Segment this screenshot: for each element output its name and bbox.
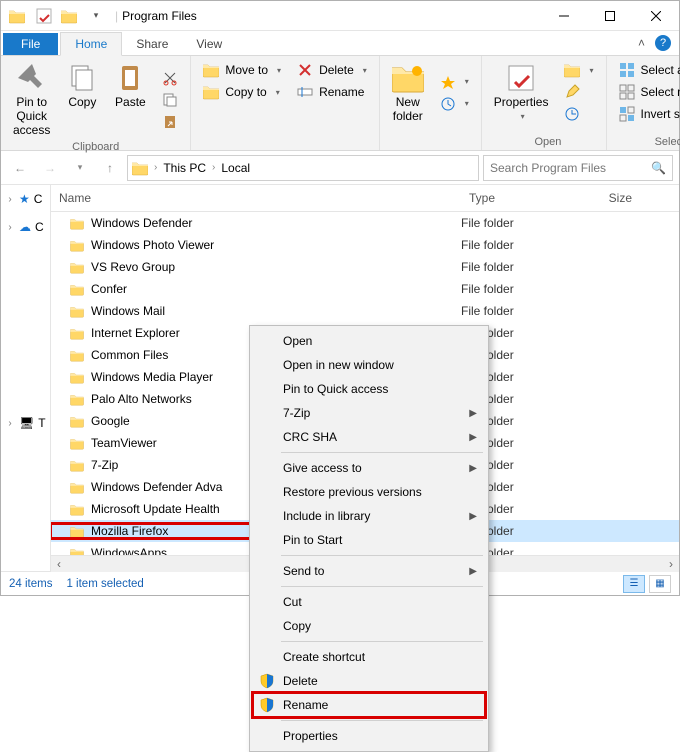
- ribbon-tabs: File Home Share View ˄ ?: [1, 31, 679, 56]
- select-all-button[interactable]: Select all: [613, 60, 680, 80]
- select-none-button[interactable]: Select none: [613, 82, 680, 102]
- paste-shortcut-small-button[interactable]: [156, 112, 184, 132]
- cut-small-button[interactable]: [156, 68, 184, 88]
- easy-access-button[interactable]: ▾: [434, 94, 475, 114]
- ribbon-collapse-icon[interactable]: ˄: [638, 36, 645, 50]
- close-button[interactable]: [633, 1, 679, 31]
- invert-selection-button[interactable]: Invert selection: [613, 104, 680, 124]
- qat-dropdown-icon[interactable]: ▾: [85, 5, 107, 27]
- context-menu-item[interactable]: Delete: [253, 669, 485, 693]
- column-headers[interactable]: Name Type Size: [51, 185, 679, 212]
- breadcrumb[interactable]: Local: [221, 161, 250, 175]
- nav-back-button[interactable]: ←: [7, 155, 33, 181]
- qat-properties-icon[interactable]: [33, 5, 55, 27]
- context-menu-item[interactable]: Give access to▶: [253, 456, 485, 480]
- table-row[interactable]: Windows Photo ViewerFile folder: [51, 234, 679, 256]
- group-label-open: OOpen: [488, 134, 600, 148]
- column-type[interactable]: Type: [461, 185, 581, 211]
- paste-button[interactable]: Paste: [108, 60, 152, 139]
- context-menu-item[interactable]: Open: [253, 329, 485, 353]
- context-menu-item[interactable]: Restore previous versions: [253, 480, 485, 504]
- context-menu-item[interactable]: Open in new window: [253, 353, 485, 377]
- minimize-button[interactable]: [541, 1, 587, 31]
- context-menu-item[interactable]: Create shortcut: [253, 645, 485, 669]
- context-menu-item[interactable]: 7-Zip▶: [253, 401, 485, 425]
- nav-quick-access[interactable]: ›★C: [3, 189, 48, 209]
- context-menu-item[interactable]: Include in library▶: [253, 504, 485, 528]
- open-button[interactable]: ▾: [558, 60, 599, 80]
- view-details-button[interactable]: ☰: [623, 575, 645, 593]
- new-item-button[interactable]: ▾: [434, 72, 475, 92]
- nav-up-button[interactable]: ↑: [97, 155, 123, 181]
- history-button[interactable]: [558, 104, 599, 124]
- tab-home[interactable]: Home: [60, 32, 122, 56]
- nav-recent-button[interactable]: ▾: [67, 155, 93, 181]
- table-row[interactable]: Windows MailFile folder: [51, 300, 679, 322]
- view-large-icons-button[interactable]: ▦: [649, 575, 671, 593]
- context-menu-item[interactable]: Properties: [253, 724, 485, 748]
- maximize-button[interactable]: [587, 1, 633, 31]
- address-bar-row: ← → ▾ ↑ › This PC › Local Search Program…: [1, 151, 679, 185]
- pin-quick-access-button[interactable]: Pin to Quick access: [7, 60, 56, 139]
- nav-forward-button[interactable]: →: [37, 155, 63, 181]
- copy-path-small-button[interactable]: [156, 90, 184, 110]
- address-bar[interactable]: › This PC › Local: [127, 155, 479, 181]
- title-bar: ▾ | Program Files: [1, 1, 679, 31]
- context-menu-item[interactable]: Pin to Quick access: [253, 377, 485, 401]
- column-name[interactable]: Name: [51, 185, 321, 211]
- group-label-new: [386, 134, 475, 148]
- move-to-button[interactable]: Move to▾: [197, 60, 287, 80]
- context-menu: OpenOpen in new windowPin to Quick acces…: [249, 325, 489, 752]
- help-icon[interactable]: ?: [655, 35, 671, 51]
- group-label-organize: [197, 134, 372, 148]
- tab-file[interactable]: File: [3, 33, 58, 55]
- context-menu-item[interactable]: Send to▶: [253, 559, 485, 583]
- status-item-count: 24 items: [9, 578, 52, 590]
- table-row[interactable]: ConferFile folder: [51, 278, 679, 300]
- tab-view[interactable]: View: [182, 33, 236, 55]
- edit-button[interactable]: [558, 82, 599, 102]
- nav-onedrive[interactable]: ›☁C: [3, 217, 48, 237]
- table-row[interactable]: Windows DefenderFile folder: [51, 212, 679, 234]
- column-date[interactable]: [321, 185, 461, 211]
- window-title: Program Files: [122, 9, 197, 23]
- column-size[interactable]: Size: [581, 185, 641, 211]
- search-input[interactable]: Search Program Files 🔍: [483, 155, 673, 181]
- context-menu-item[interactable]: Rename: [253, 693, 485, 717]
- tab-share[interactable]: Share: [122, 33, 182, 55]
- context-menu-item[interactable]: CRC SHA▶: [253, 425, 485, 449]
- group-label-select: Select: [613, 134, 680, 148]
- breadcrumb[interactable]: This PC: [163, 161, 206, 175]
- context-menu-item[interactable]: Pin to Start: [253, 528, 485, 552]
- properties-button[interactable]: Properties▾: [488, 60, 555, 124]
- nav-this-pc[interactable]: ›🖥T: [3, 413, 48, 433]
- ribbon: Pin to Quick access Copy Paste Clipboard: [1, 56, 679, 151]
- copy-to-button[interactable]: Copy to▾: [197, 82, 287, 102]
- navigation-pane[interactable]: ›★C ›☁C ›🖥T: [1, 185, 51, 571]
- table-row[interactable]: VS Revo GroupFile folder: [51, 256, 679, 278]
- context-menu-item[interactable]: Copy: [253, 614, 485, 638]
- qat-folder-icon[interactable]: [7, 5, 29, 27]
- search-icon: 🔍: [651, 161, 666, 175]
- delete-button[interactable]: Delete▾: [291, 60, 373, 80]
- status-selected-count: 1 item selected: [66, 578, 143, 590]
- rename-button[interactable]: Rename: [291, 82, 373, 102]
- new-folder-button[interactable]: New folder: [386, 60, 430, 126]
- qat-newfolder-icon[interactable]: [59, 5, 81, 27]
- copy-button[interactable]: Copy: [60, 60, 104, 139]
- context-menu-item[interactable]: Cut: [253, 590, 485, 614]
